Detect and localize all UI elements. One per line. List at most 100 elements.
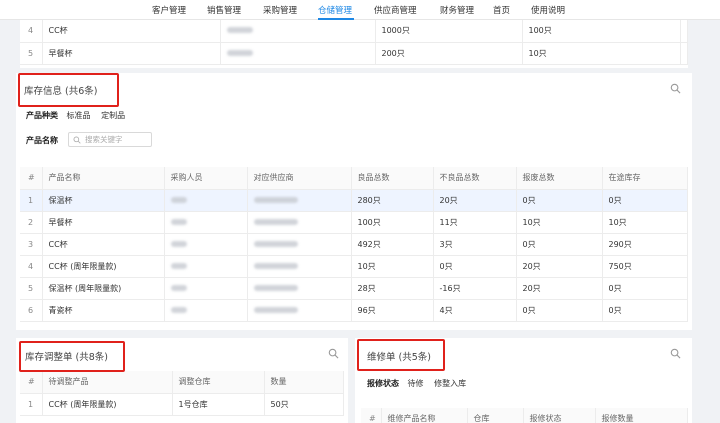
- transit-count: 750只: [602, 255, 688, 278]
- product-name: 早餐杯: [42, 42, 221, 65]
- row-index: 5: [20, 42, 43, 65]
- scrap-count: 0只: [516, 189, 603, 212]
- search-input[interactable]: 搜索关键字: [68, 132, 152, 147]
- quantity-2: 10只: [522, 42, 681, 65]
- table-row[interactable]: 5 早餐杯 200只 10只: [20, 42, 688, 65]
- table-row[interactable]: 3 CC杯 492只 3只 0只 290只: [20, 233, 688, 256]
- product-name: 保温杯 (周年限量款): [42, 277, 165, 300]
- search-icon[interactable]: [670, 83, 681, 94]
- transit-count: 0只: [602, 189, 688, 212]
- blurred-cell: [220, 42, 376, 65]
- good-count: 96只: [351, 299, 434, 322]
- category-option-custom[interactable]: 定制品: [101, 111, 125, 120]
- blurred-cell: [164, 277, 248, 300]
- nav-item-warehouse[interactable]: 仓储管理: [318, 4, 352, 16]
- blurred-cell: [247, 233, 352, 256]
- column-header[interactable]: 报修数量: [595, 408, 688, 423]
- bad-count: 3只: [433, 233, 517, 256]
- blurred-cell: [164, 189, 248, 212]
- nav-item-home[interactable]: 首页: [493, 4, 510, 16]
- inventory-panel: 库存信息 (共6条) 产品种类 标准品 定制品 产品名称 搜索关键字 # 产品名…: [16, 73, 692, 330]
- search-icon: [73, 136, 81, 144]
- column-header[interactable]: 采购人员: [164, 167, 248, 190]
- previous-table-panel: 4 CC杯 1000只 100只 5 早餐杯 200只 10只: [20, 20, 688, 68]
- repair-status-filter: 报修状态 待修 修整入库: [367, 378, 474, 389]
- column-header[interactable]: 报废总数: [516, 167, 603, 190]
- bad-count: -16只: [433, 277, 517, 300]
- column-header[interactable]: 对应供应商: [247, 167, 352, 190]
- product-name: CC杯 (周年限量款): [42, 255, 165, 278]
- bad-count: 11只: [433, 211, 517, 234]
- column-header[interactable]: 数量: [264, 371, 344, 394]
- column-header[interactable]: 在途库存: [602, 167, 688, 190]
- category-option-standard[interactable]: 标准品: [67, 111, 91, 120]
- search-placeholder: 搜索关键字: [85, 135, 123, 144]
- table-row[interactable]: 2 早餐杯 100只 11只 10只 10只: [20, 211, 688, 234]
- table-row[interactable]: 1 保温杯 280只 20只 0只 0只: [20, 189, 688, 212]
- product-name: 保温杯: [42, 189, 165, 212]
- quantity-2: 100只: [522, 20, 681, 43]
- repair-table: # 维修产品名称 仓库 报修状态 报修数量: [361, 408, 688, 423]
- repair-option-pending[interactable]: 待修: [408, 379, 424, 388]
- blurred-cell: [164, 299, 248, 322]
- column-header[interactable]: 产品名称: [42, 167, 165, 190]
- quantity: 1000只: [375, 20, 523, 43]
- column-header[interactable]: 良品总数: [351, 167, 434, 190]
- repair-option-restock[interactable]: 修整入库: [434, 379, 466, 388]
- table-row[interactable]: 4 CC杯 (周年限量款) 10只 0只 20只 750只: [20, 255, 688, 278]
- blurred-cell: [164, 211, 248, 234]
- bad-count: 20只: [433, 189, 517, 212]
- column-header[interactable]: 不良品总数: [433, 167, 517, 190]
- nav-item-customer[interactable]: 客户管理: [152, 4, 186, 16]
- nav-item-sales[interactable]: 销售管理: [207, 4, 241, 16]
- nav-item-purchase[interactable]: 采购管理: [263, 4, 297, 16]
- scrap-count: 20只: [516, 277, 603, 300]
- table-header: # 维修产品名称 仓库 报修状态 报修数量: [361, 408, 688, 423]
- row-index: 6: [20, 299, 43, 322]
- good-count: 280只: [351, 189, 434, 212]
- nav-item-help[interactable]: 使用说明: [531, 4, 565, 16]
- transit-count: 0只: [602, 299, 688, 322]
- blurred-cell: [247, 255, 352, 278]
- transit-count: 0只: [602, 277, 688, 300]
- blurred-cell: [164, 255, 248, 278]
- column-header[interactable]: 调整仓库: [172, 371, 265, 394]
- adjustment-title-highlight: [19, 341, 125, 372]
- column-header: #: [20, 167, 43, 190]
- top-navigation: 客户管理 销售管理 采购管理 仓储管理 供应商管理 财务管理 首页 使用说明: [0, 0, 720, 20]
- search-icon[interactable]: [328, 348, 339, 359]
- transit-count: 290只: [602, 233, 688, 256]
- product-name: 青瓷杯: [42, 299, 165, 322]
- bad-count: 4只: [433, 299, 517, 322]
- table-row[interactable]: 1 CC杯 (周年限量款) 1号仓库 50只: [20, 393, 344, 416]
- inventory-table-wrap: # 产品名称 采购人员 对应供应商 良品总数 不良品总数 报废总数 在途库存 1…: [20, 167, 688, 322]
- bad-count: 0只: [433, 255, 517, 278]
- good-count: 10只: [351, 255, 434, 278]
- column-header: #: [20, 371, 43, 394]
- quantity: 50只: [264, 393, 344, 416]
- category-filter-label: 产品种类: [26, 111, 58, 120]
- nav-item-supplier[interactable]: 供应商管理: [374, 4, 417, 16]
- name-filter: 产品名称: [26, 135, 64, 146]
- column-header[interactable]: 维修产品名称: [381, 408, 468, 423]
- search-icon[interactable]: [670, 348, 681, 359]
- table-row[interactable]: 4 CC杯 1000只 100只: [20, 20, 688, 43]
- row-index: 1: [20, 393, 43, 416]
- scrap-count: 20只: [516, 255, 603, 278]
- row-index: 2: [20, 211, 43, 234]
- table-header: # 产品名称 采购人员 对应供应商 良品总数 不良品总数 报废总数 在途库存: [20, 167, 688, 190]
- product-name: CC杯 (周年限量款): [42, 393, 173, 416]
- column-header[interactable]: 报修状态: [523, 408, 596, 423]
- row-index: 4: [20, 20, 43, 43]
- blurred-cell: [220, 20, 376, 43]
- column-header[interactable]: 待调整产品: [42, 371, 173, 394]
- column-header[interactable]: 仓库: [467, 408, 524, 423]
- blurred-cell: [164, 233, 248, 256]
- scrap-count: 0只: [516, 233, 603, 256]
- adjustment-table: # 待调整产品 调整仓库 数量 1 CC杯 (周年限量款) 1号仓库 50只: [20, 371, 344, 416]
- table-row[interactable]: 6 青瓷杯 96只 4只 0只 0只: [20, 299, 688, 322]
- warehouse: 1号仓库: [172, 393, 265, 416]
- product-name: 早餐杯: [42, 211, 165, 234]
- table-row[interactable]: 5 保温杯 (周年限量款) 28只 -16只 20只 0只: [20, 277, 688, 300]
- nav-item-finance[interactable]: 财务管理: [440, 4, 474, 16]
